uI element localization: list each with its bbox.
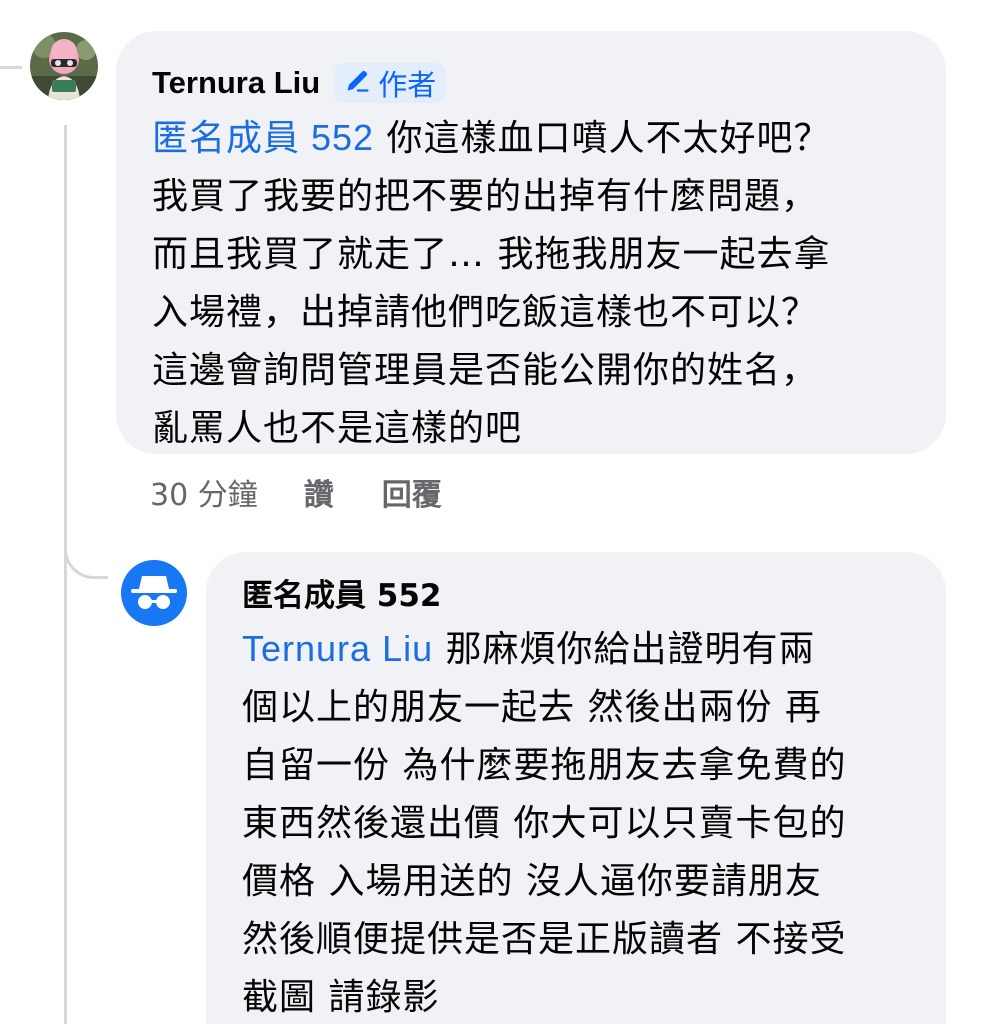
author-avatar[interactable] xyxy=(30,32,98,100)
pencil-icon xyxy=(344,66,378,101)
comment-text-rest: 我買了我要的把不要的出掉有什麼問題， 而且我買了就走了… 我拖我朋友一起去拿 入… xyxy=(152,176,831,449)
reply-text-rest: 個以上的朋友一起去 然後出兩份 再 自留一份 為什麼要拖朋友去拿免費的 東西然後… xyxy=(242,687,847,1018)
comment-body: 匿名成員 552 你這樣血口噴人不太好吧？ 我買了我要的把不要的出掉有什麼問題，… xyxy=(152,109,910,458)
comment-text-line-1: 你這樣血口噴人不太好吧？ xyxy=(374,118,831,159)
reply-author-avatar[interactable] xyxy=(121,560,187,626)
thread-connector-curve xyxy=(64,515,108,579)
reply-text-line-1: 那麻煩你給出證明有兩 xyxy=(433,629,816,670)
like-button[interactable]: 讚 xyxy=(304,470,334,514)
comment-author-name[interactable]: Ternura Liu xyxy=(152,65,320,101)
comment-mention-link[interactable]: 匿名成員 552 xyxy=(152,117,374,158)
comment-timestamp[interactable]: 30 分鐘 xyxy=(150,470,258,514)
author-badge-label: 作者 xyxy=(378,68,437,102)
incognito-icon xyxy=(121,560,187,626)
comment-header: Ternura Liu 作者 xyxy=(152,57,910,109)
thread-connector-line xyxy=(64,125,67,1024)
comment-bubble: Ternura Liu 作者 匿名成員 552 你這樣血口噴人不太好吧？ 我買了… xyxy=(116,31,946,454)
reply-button[interactable]: 回覆 xyxy=(382,470,442,514)
comment-actions: 30 分鐘 讚 回覆 xyxy=(150,470,490,514)
comment-thread: Ternura Liu 作者 匿名成員 552 你這樣血口噴人不太好吧？ 我買了… xyxy=(0,0,984,1024)
author-badge: 作者 xyxy=(334,63,447,103)
thread-connector-stub xyxy=(0,66,22,69)
reply-bubble: 匿名成員 552 Ternura Liu 那麻煩你給出證明有兩 個以上的朋友一起… xyxy=(206,552,946,1024)
reply-author-name[interactable]: 匿名成員 552 xyxy=(242,576,910,616)
reply-body: Ternura Liu 那麻煩你給出證明有兩 個以上的朋友一起去 然後出兩份 再… xyxy=(242,620,910,1024)
reply-mention-link[interactable]: Ternura Liu xyxy=(242,628,433,669)
